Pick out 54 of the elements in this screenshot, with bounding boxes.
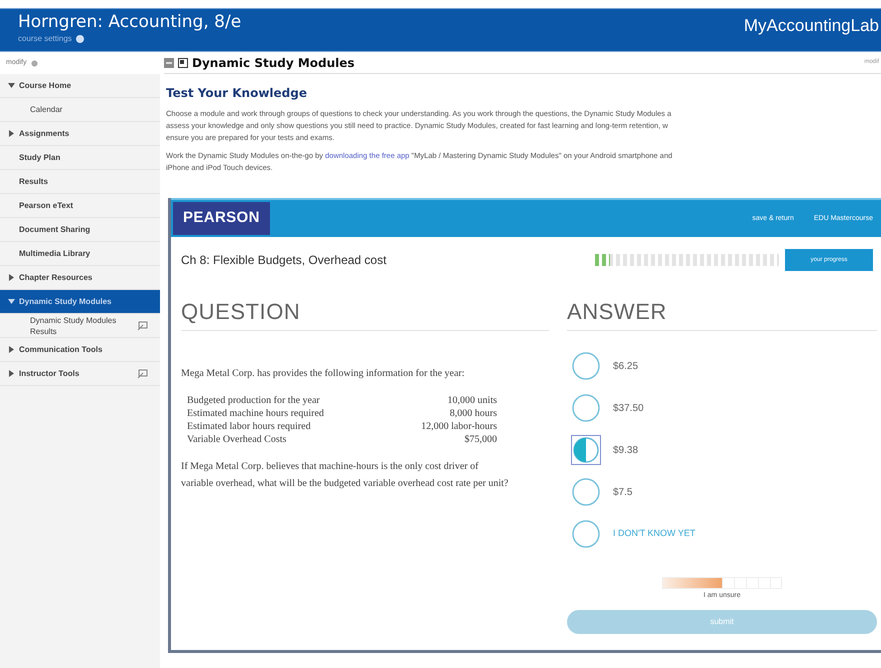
sidebar-item[interactable]: Assignments	[0, 122, 160, 146]
pearson-logo: PEARSON	[173, 202, 270, 234]
fact-value: $75,000	[464, 433, 497, 446]
answer-label: $37.50	[613, 402, 644, 416]
expanded-icon	[8, 82, 15, 89]
confidence-meter[interactable]	[662, 577, 782, 589]
sidebar-item[interactable]: Pearson eText	[0, 194, 160, 218]
chapter-title: Ch 8: Flexible Budgets, Overhead cost	[181, 252, 386, 269]
sidebar-item[interactable]: Multimedia Library	[0, 242, 160, 266]
popout-icon[interactable]	[137, 368, 148, 378]
expanded-icon	[8, 298, 15, 305]
fact-value: 12,000 labor-hours	[420, 420, 497, 433]
settings-icon[interactable]	[76, 35, 84, 43]
settings-icon[interactable]	[30, 60, 38, 66]
fact-label: Budgeted production for the year	[187, 394, 321, 407]
sidebar-item[interactable]: Communication Tools	[0, 338, 160, 362]
radio-button[interactable]	[571, 435, 601, 465]
section-heading: Test Your Knowledge	[166, 85, 308, 102]
brand-logo: MyAccountingLab	[744, 15, 880, 37]
collapsed-icon	[8, 346, 15, 353]
fact-label: Variable Overhead Costs	[187, 433, 288, 446]
fact-label: Estimated machine hours required	[187, 407, 324, 420]
sidebar-item[interactable]: Calendar	[0, 98, 160, 122]
sidebar-item[interactable]: Dynamic Study Modules	[0, 290, 160, 314]
course-title: Horngren: Accounting, 8/e	[18, 11, 242, 33]
popout-icon[interactable]	[137, 320, 148, 330]
sidebar-item[interactable]: Instructor Tools	[0, 362, 160, 386]
module-icon	[178, 58, 188, 68]
radio-button[interactable]	[571, 393, 601, 423]
answer-label: I DON'T KNOW YET	[613, 527, 696, 540]
sidebar-item[interactable]: Dynamic Study Modules Results	[0, 314, 160, 338]
radio-button[interactable]	[571, 351, 601, 381]
course-settings-link[interactable]: course settings	[18, 33, 72, 45]
question-heading: QUESTION	[181, 283, 549, 331]
fact-value: 10,000 units	[446, 394, 497, 407]
collapse-icon[interactable]	[164, 58, 174, 68]
question-text: If Mega Metal Corp. believes that machine-hours is the only cost driver of variable overhead, what will be the budgeted variable overhead cost rate per unit?	[181, 460, 510, 491]
collapsed-icon	[8, 370, 15, 377]
sidebar-item[interactable]: Document Sharing	[0, 218, 160, 242]
radio-button[interactable]	[571, 477, 601, 507]
answer-heading: ANSWER	[567, 283, 877, 331]
answer-label: $6.25	[613, 360, 638, 374]
sidebar-item[interactable]: Results	[0, 170, 160, 194]
sidebar-item[interactable]: Course Home	[0, 74, 160, 98]
radio-button[interactable]	[571, 519, 601, 549]
fact-label: Estimated labor hours required	[187, 420, 312, 433]
collapsed-icon	[8, 274, 15, 281]
fact-value: 8,000 hours	[448, 407, 497, 420]
answer-label: $9.38	[613, 444, 638, 458]
answer-label: $7.5	[613, 486, 632, 500]
sidebar-item[interactable]: Study Plan	[0, 146, 160, 170]
page-title: Dynamic Study Modules	[192, 54, 355, 72]
question-text: Mega Metal Corp. has provides the following information for the year:	[181, 367, 466, 381]
collapsed-icon	[8, 130, 15, 137]
